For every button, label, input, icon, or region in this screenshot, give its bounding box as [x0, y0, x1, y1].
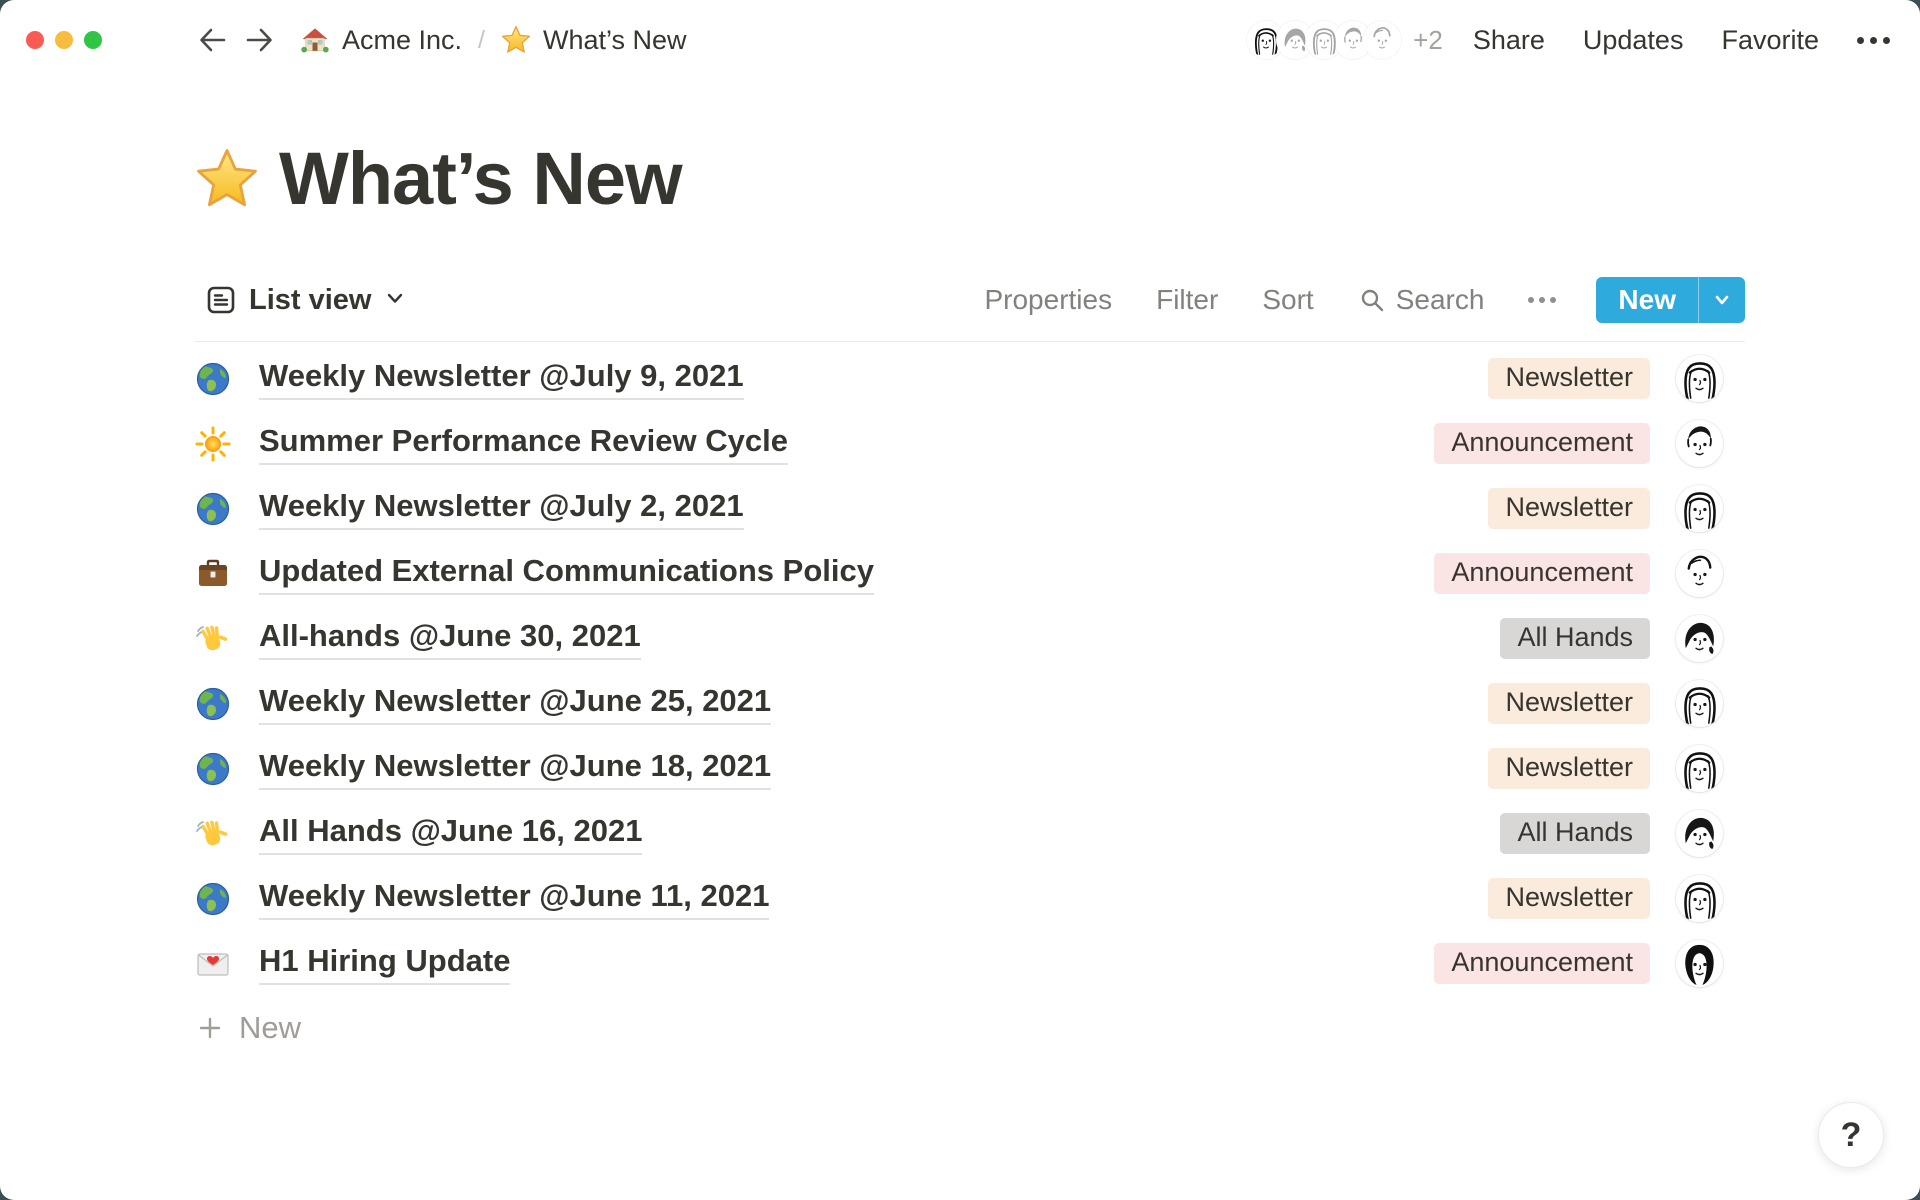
page-link[interactable]: Weekly Newsletter @July 9, 2021 [259, 358, 744, 400]
view-toolbar: List view Properties Filter Sort Search … [195, 277, 1745, 342]
love-letter-icon [195, 946, 231, 982]
breadcrumb-page[interactable]: What’s New [501, 25, 687, 56]
notion-window: Acme Inc. / What’s New [0, 0, 1920, 1200]
star-icon[interactable] [195, 147, 259, 211]
more-options-icon[interactable] [1857, 37, 1890, 44]
page-list: Weekly Newsletter @July 9, 2021 Newslett… [195, 346, 1745, 996]
add-new-row-button[interactable]: New [195, 996, 1745, 1060]
add-new-row-label: New [239, 1010, 301, 1046]
tag-badge[interactable]: Newsletter [1488, 683, 1650, 724]
briefcase-icon [195, 556, 231, 592]
globe-icon [195, 491, 231, 527]
tag-badge[interactable]: Announcement [1434, 423, 1650, 464]
breadcrumb-workspace[interactable]: Acme Inc. [300, 25, 462, 56]
page-title-text[interactable]: What’s New [279, 136, 682, 221]
list-item[interactable]: Weekly Newsletter @June 11, 2021 Newslet… [195, 866, 1745, 931]
star-icon [501, 25, 531, 55]
tag-badge[interactable]: Newsletter [1488, 358, 1650, 399]
help-button-label: ? [1841, 1116, 1862, 1155]
filter-button[interactable]: Filter [1156, 284, 1218, 316]
breadcrumb: Acme Inc. / What’s New [300, 25, 687, 56]
help-button[interactable]: ? [1818, 1102, 1884, 1168]
wave-icon [195, 621, 231, 657]
page-title: What’s New [195, 136, 1745, 221]
tag-badge[interactable]: Announcement [1434, 943, 1650, 984]
person-avatar [1676, 355, 1723, 402]
breadcrumb-workspace-label: Acme Inc. [342, 25, 462, 56]
list-item[interactable]: All Hands @June 16, 2021 All Hands [195, 801, 1745, 866]
tag-badge[interactable]: Newsletter [1488, 488, 1650, 529]
view-options-icon[interactable] [1528, 297, 1556, 303]
list-item[interactable]: Summer Performance Review Cycle Announce… [195, 411, 1745, 476]
globe-icon [195, 881, 231, 917]
properties-button[interactable]: Properties [984, 284, 1112, 316]
person-avatar [1676, 745, 1723, 792]
globe-icon [195, 361, 231, 397]
breadcrumb-separator: / [478, 26, 485, 55]
person-avatar [1676, 940, 1723, 987]
list-item[interactable]: All-hands @June 30, 2021 All Hands [195, 606, 1745, 671]
collaborator-avatar[interactable] [1363, 21, 1401, 59]
new-button-label[interactable]: New [1596, 277, 1698, 323]
person-avatar [1676, 810, 1723, 857]
forward-arrow-icon[interactable] [240, 20, 280, 60]
avatar-overflow-count: +2 [1413, 25, 1443, 56]
new-button[interactable]: New [1596, 277, 1745, 323]
globe-icon [195, 686, 231, 722]
tag-badge[interactable]: Newsletter [1488, 748, 1650, 789]
person-avatar [1676, 875, 1723, 922]
zoom-window-button[interactable] [84, 31, 102, 49]
page-link[interactable]: Weekly Newsletter @June 18, 2021 [259, 748, 771, 790]
person-avatar [1676, 420, 1723, 467]
page-link[interactable]: Updated External Communications Policy [259, 553, 874, 595]
window-topbar: Acme Inc. / What’s New [0, 0, 1920, 80]
person-avatar [1676, 680, 1723, 727]
view-switcher[interactable]: List view [205, 284, 406, 317]
sidebar-menu-icon[interactable] [134, 29, 164, 52]
page-link[interactable]: All-hands @June 30, 2021 [259, 618, 641, 660]
list-item[interactable]: Weekly Newsletter @July 2, 2021 Newslett… [195, 476, 1745, 541]
list-item[interactable]: Weekly Newsletter @June 25, 2021 Newslet… [195, 671, 1745, 736]
window-controls [26, 31, 102, 49]
tag-badge[interactable]: All Hands [1500, 618, 1650, 659]
search-icon [1358, 286, 1386, 314]
search-button[interactable]: Search [1358, 284, 1485, 316]
tag-badge[interactable]: Announcement [1434, 553, 1650, 594]
view-switcher-label: List view [249, 284, 372, 317]
wave-icon [195, 816, 231, 852]
back-arrow-icon[interactable] [192, 20, 232, 60]
house-icon [300, 25, 330, 55]
page-link[interactable]: Weekly Newsletter @July 2, 2021 [259, 488, 744, 530]
sort-button[interactable]: Sort [1262, 284, 1313, 316]
list-item[interactable]: Updated External Communications Policy A… [195, 541, 1745, 606]
sun-icon [195, 426, 231, 462]
share-button[interactable]: Share [1473, 25, 1545, 56]
minimize-window-button[interactable] [55, 31, 73, 49]
chevron-down-icon [1712, 290, 1732, 310]
new-button-dropdown[interactable] [1698, 277, 1745, 323]
person-avatar [1676, 550, 1723, 597]
chevron-down-icon [384, 287, 406, 314]
page-link[interactable]: Weekly Newsletter @June 11, 2021 [259, 878, 769, 920]
list-view-icon [205, 284, 237, 316]
person-avatar [1676, 615, 1723, 662]
list-item[interactable]: Weekly Newsletter @June 18, 2021 Newslet… [195, 736, 1745, 801]
tag-badge[interactable]: Newsletter [1488, 878, 1650, 919]
favorite-button[interactable]: Favorite [1721, 25, 1819, 56]
updates-button[interactable]: Updates [1583, 25, 1684, 56]
list-item[interactable]: H1 Hiring Update Announcement [195, 931, 1745, 996]
list-item[interactable]: Weekly Newsletter @July 9, 2021 Newslett… [195, 346, 1745, 411]
breadcrumb-page-label: What’s New [543, 25, 687, 56]
close-window-button[interactable] [26, 31, 44, 49]
collaborator-avatars [1247, 21, 1401, 59]
tag-badge[interactable]: All Hands [1500, 813, 1650, 854]
search-button-label: Search [1396, 284, 1485, 316]
plus-icon [197, 1015, 223, 1041]
globe-icon [195, 751, 231, 787]
person-avatar [1676, 485, 1723, 532]
page-link[interactable]: Weekly Newsletter @June 25, 2021 [259, 683, 771, 725]
page-link[interactable]: All Hands @June 16, 2021 [259, 813, 642, 855]
page-link[interactable]: Summer Performance Review Cycle [259, 423, 788, 465]
page-link[interactable]: H1 Hiring Update [259, 943, 510, 985]
